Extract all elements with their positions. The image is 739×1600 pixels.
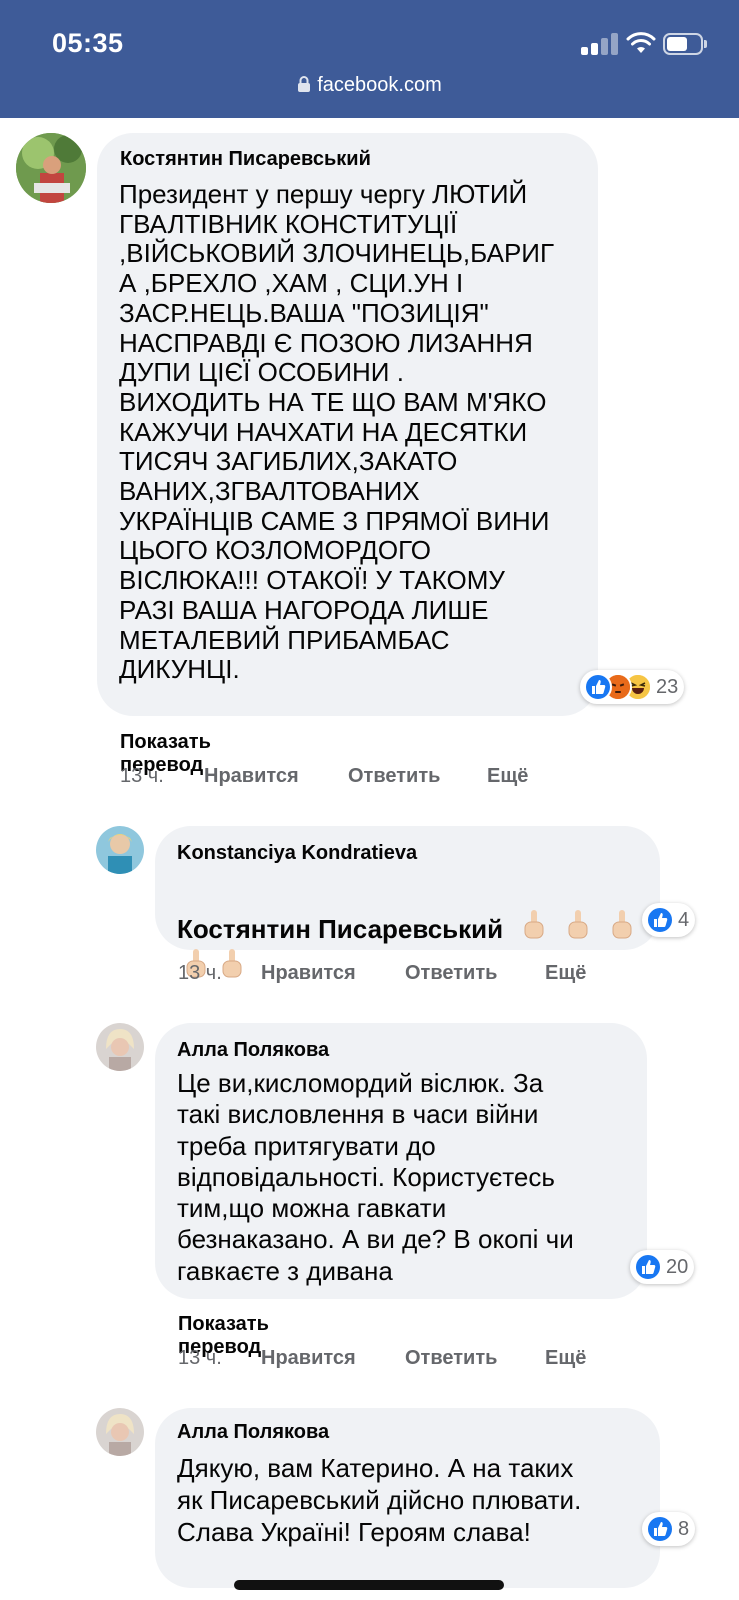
cellular-signal-icon <box>581 33 621 55</box>
reaction-summary[interactable]: 23 <box>580 670 685 704</box>
like-icon <box>584 673 612 701</box>
profile-photo <box>96 1023 144 1071</box>
home-indicator[interactable] <box>234 1580 504 1590</box>
wifi-icon <box>626 32 656 53</box>
reply-button[interactable]: Ответить <box>405 1347 497 1370</box>
avatar[interactable] <box>96 826 144 874</box>
middle-finger-icon <box>222 949 242 978</box>
comment-time[interactable]: 13 ч. <box>178 1347 222 1370</box>
browser-header: 05:35 facebook.com <box>0 0 739 118</box>
like-button[interactable]: Нравится <box>261 1347 356 1370</box>
middle-finger-icon <box>568 910 588 939</box>
reply-button[interactable]: Ответить <box>348 765 440 788</box>
like-button[interactable]: Нравится <box>261 962 356 985</box>
more-button[interactable]: Ещё <box>487 765 528 788</box>
more-button[interactable]: Ещё <box>545 962 586 985</box>
more-button[interactable]: Ещё <box>545 1347 586 1370</box>
reaction-summary[interactable]: 8 <box>642 1512 696 1546</box>
reply-button[interactable]: Ответить <box>405 962 497 985</box>
reaction-count: 23 <box>656 675 679 698</box>
middle-finger-icon <box>612 910 632 939</box>
like-icon <box>646 1515 674 1543</box>
reaction-summary[interactable]: 4 <box>642 903 696 937</box>
reaction-count: 8 <box>678 1517 690 1540</box>
profile-photo <box>96 826 144 874</box>
comment-author[interactable]: Konstanciya Kondratieva <box>177 842 417 865</box>
like-button[interactable]: Нравится <box>204 765 299 788</box>
reaction-summary[interactable]: 20 <box>630 1250 695 1284</box>
status-time: 05:35 <box>52 28 124 58</box>
profile-photo <box>96 1408 144 1456</box>
comment-author[interactable]: Алла Полякова <box>177 1039 329 1062</box>
comment-text: Президент у першу чергу ЛЮТИЙ ГВАЛТІВНИК… <box>119 179 555 685</box>
reaction-count: 4 <box>678 908 690 931</box>
lock-icon <box>298 76 311 92</box>
avatar[interactable] <box>96 1023 144 1071</box>
comment-author[interactable]: Костянтин Писаревський <box>120 148 371 171</box>
profile-photo <box>16 133 86 203</box>
comment-time[interactable]: 13 ч. <box>120 765 164 788</box>
middle-finger-icon <box>524 910 544 939</box>
reaction-count: 20 <box>666 1255 689 1278</box>
avatar[interactable] <box>16 133 86 203</box>
comment-author[interactable]: Алла Полякова <box>177 1421 329 1444</box>
comment-time[interactable]: 13 ч. <box>178 962 222 985</box>
like-icon <box>646 906 674 934</box>
like-icon <box>634 1253 662 1281</box>
mention-link[interactable]: Костянтин Писаревський <box>177 914 503 944</box>
comment-text: Це ви,кисломордий віслюк. За такі вислов… <box>177 1068 574 1286</box>
address-bar[interactable]: facebook.com <box>0 74 739 97</box>
avatar[interactable] <box>96 1408 144 1456</box>
comment-text: Дякую, вам Катерино. А на таких як Писар… <box>177 1453 582 1547</box>
url-text: facebook.com <box>317 74 442 96</box>
battery-icon <box>663 33 707 55</box>
